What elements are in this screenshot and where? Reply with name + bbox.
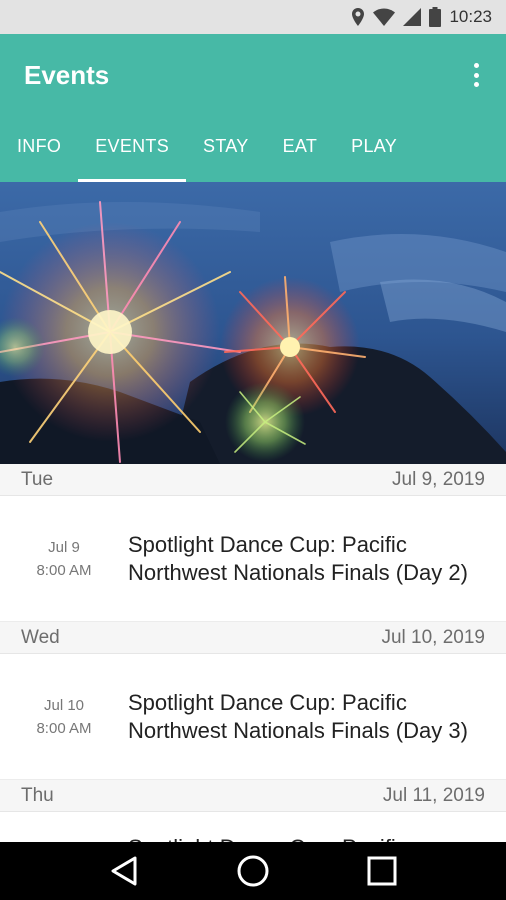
page-title: Events xyxy=(24,60,110,90)
tab-info[interactable]: INFO xyxy=(0,126,78,182)
day-weekday: Thu xyxy=(21,784,54,806)
day-date: Jul 10, 2019 xyxy=(381,626,485,648)
battery-icon xyxy=(429,7,442,27)
day-header: Tue Jul 9, 2019 xyxy=(0,464,506,496)
event-title: Spotlight Dance Cup: Pacific Northwest N… xyxy=(128,531,468,585)
day-weekday: Tue xyxy=(21,468,54,490)
event-when: Jul 10 8:00 AM xyxy=(0,694,128,740)
event-date: Jul 9 xyxy=(48,538,80,556)
event-date: Jul 10 xyxy=(43,696,85,714)
recents-icon[interactable] xyxy=(362,851,402,891)
day-date: Jul 9, 2019 xyxy=(392,468,485,490)
wifi-icon xyxy=(373,8,396,26)
overflow-menu-icon[interactable] xyxy=(464,60,488,90)
day-date: Jul 11, 2019 xyxy=(382,784,485,806)
event-time: 8:00 AM xyxy=(36,561,92,579)
tab-bar: INFO EVENTS STAY EAT PLAY xyxy=(0,126,414,182)
status-bar: 10:23 xyxy=(0,0,506,34)
home-icon[interactable] xyxy=(233,851,273,891)
location-icon xyxy=(351,8,365,26)
status-time: 10:23 xyxy=(449,7,492,26)
event-item[interactable]: Jul 9 8:00 AM Spotlight Dance Cup: Pacif… xyxy=(0,496,506,622)
event-item[interactable]: Spotlight Dance Cup: Pacific xyxy=(0,812,506,842)
signal-icon xyxy=(403,8,422,26)
tab-play[interactable]: PLAY xyxy=(334,126,414,182)
system-nav-bar xyxy=(0,842,506,900)
event-item[interactable]: Jul 10 8:00 AM Spotlight Dance Cup: Paci… xyxy=(0,654,506,780)
tab-eat[interactable]: EAT xyxy=(266,126,335,182)
tab-stay[interactable]: STAY xyxy=(186,126,266,182)
event-when: Jul 9 8:00 AM xyxy=(0,536,128,582)
day-header: Thu Jul 11, 2019 xyxy=(0,780,506,812)
hero-image xyxy=(0,182,506,464)
back-icon[interactable] xyxy=(104,851,144,891)
event-title: Spotlight Dance Cup: Pacific xyxy=(128,834,506,842)
app-bar: Events INFO EVENTS STAY EAT PLAY xyxy=(0,34,506,182)
tab-events[interactable]: EVENTS xyxy=(78,126,186,182)
event-list: Tue Jul 9, 2019 Jul 9 8:00 AM Spotlight … xyxy=(0,464,506,842)
event-title: Spotlight Dance Cup: Pacific Northwest N… xyxy=(128,689,468,743)
event-time: 8:00 AM xyxy=(36,719,92,737)
day-weekday: Wed xyxy=(21,626,60,648)
day-header: Wed Jul 10, 2019 xyxy=(0,622,506,654)
